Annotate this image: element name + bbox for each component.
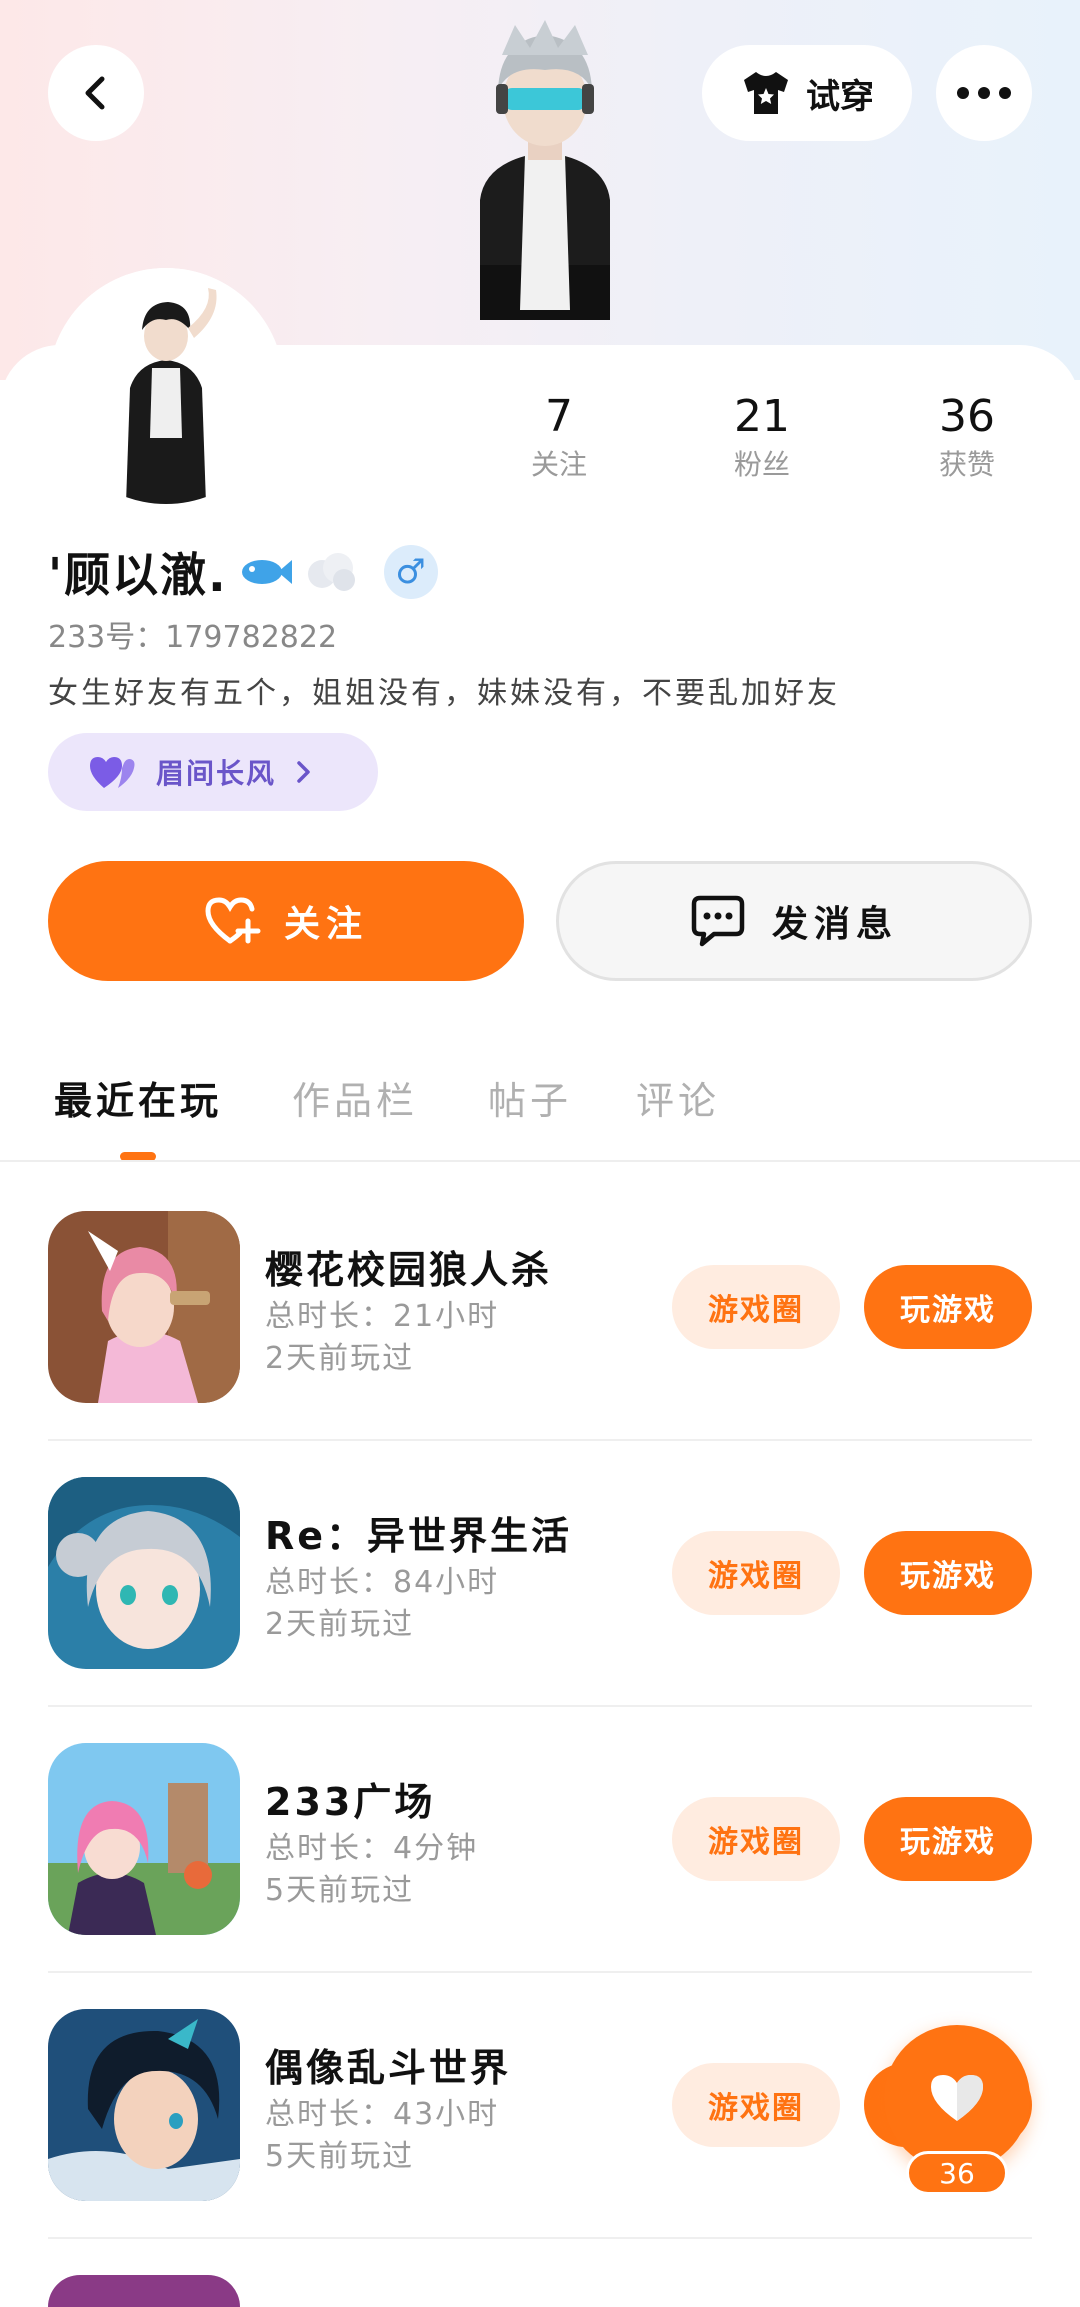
tab-posts[interactable]: 帖子: [488, 1070, 572, 1125]
game-art-image: [48, 1211, 240, 1403]
play-game-button[interactable]: 玩游戏: [864, 1797, 1032, 1881]
follow-button[interactable]: 关注: [48, 861, 524, 981]
fish-icon: [241, 560, 292, 584]
game-art-image: [48, 2009, 240, 2201]
game-last-played: 2天前玩过: [265, 1607, 415, 1642]
tshirt-icon: [744, 72, 788, 114]
floating-like-count: 36: [906, 2151, 1008, 2195]
cloud-puff-icon: [307, 553, 355, 591]
stat-likes[interactable]: 36 获赞: [887, 388, 1047, 484]
heart-pair-icon: [90, 757, 135, 788]
game-icon-partial[interactable]: [48, 2275, 240, 2307]
tab-comments[interactable]: 评论: [636, 1070, 720, 1125]
stat-following[interactable]: 7 关注: [479, 388, 639, 484]
tabs-divider: [0, 1160, 1080, 1162]
profile-tag[interactable]: 眉间长风: [48, 733, 378, 811]
game-icon-sakura[interactable]: [48, 1211, 240, 1403]
game-row[interactable]: Re：异世界生活 总时长：84小时 2天前玩过 游戏圈 玩游戏: [48, 1477, 1032, 1743]
gender-male-icon: ♂: [383, 545, 438, 599]
user-name: '顾以澈.: [48, 548, 228, 602]
game-duration: 总时长：4分钟: [265, 1831, 479, 1866]
name-row: '顾以澈. ♂: [48, 540, 438, 604]
avatar-character-image: [480, 20, 610, 320]
avatar-image: [48, 268, 284, 504]
game-circle-button[interactable]: 游戏圈: [672, 2063, 840, 2147]
tab-works[interactable]: 作品栏: [292, 1070, 418, 1125]
chevron-left-icon: [85, 76, 105, 110]
content-tabs: 最近在玩 作品栏 帖子 评论: [0, 1060, 1080, 1160]
game-row[interactable]: 233广场 总时长：4分钟 5天前玩过 游戏圈 玩游戏: [48, 1743, 1032, 2009]
try-on-button[interactable]: 试穿: [702, 45, 912, 141]
row-divider: [48, 1705, 1032, 1707]
back-button[interactable]: [48, 45, 144, 141]
stat-following-label: 关注: [530, 448, 587, 481]
game-circle-button[interactable]: 游戏圈: [672, 1265, 840, 1349]
game-row[interactable]: 樱花校园狼人杀 总时长：21小时 2天前玩过 游戏圈 玩游戏: [48, 1211, 1032, 1477]
game-last-played: 2天前玩过: [265, 1341, 415, 1376]
message-button[interactable]: 发消息: [556, 861, 1032, 981]
message-label: 发消息: [771, 904, 898, 945]
game-icon-re-zero[interactable]: [48, 1477, 240, 1669]
stat-fans-label: 粉丝: [733, 448, 790, 481]
avatar[interactable]: [48, 268, 284, 504]
row-divider: [48, 1439, 1032, 1441]
stat-fans[interactable]: 21 粉丝: [682, 388, 842, 484]
game-circle-button[interactable]: 游戏圈: [672, 1531, 840, 1615]
game-icon-idol-brawl[interactable]: [48, 2009, 240, 2201]
game-duration: 总时长：43小时: [265, 2097, 500, 2132]
play-game-button[interactable]: 玩游戏: [864, 1531, 1032, 1615]
try-on-label: 试穿: [806, 76, 874, 117]
stat-fans-value: 21: [734, 391, 790, 442]
tab-recently-played[interactable]: 最近在玩: [54, 1070, 222, 1125]
follow-label: 关注: [283, 904, 368, 945]
game-duration: 总时长：84小时: [265, 1565, 500, 1600]
game-title: 偶像乱斗世界: [265, 2046, 512, 2090]
row-divider: [48, 1971, 1032, 1973]
user-id: 233号：179782822: [48, 620, 338, 655]
game-circle-button[interactable]: 游戏圈: [672, 1797, 840, 1881]
stat-likes-value: 36: [939, 391, 995, 442]
game-title: Re：异世界生活: [265, 1514, 573, 1558]
chevron-right-icon: [297, 761, 310, 783]
game-art-image: [48, 1477, 240, 1669]
more-dots-icon: [957, 87, 1011, 99]
game-duration: 总时长：21小时: [265, 1299, 500, 1334]
heart-icon: [931, 2075, 983, 2121]
row-divider: [48, 2237, 1032, 2239]
profile-tag-label: 眉间长风: [156, 757, 277, 790]
more-button[interactable]: [936, 45, 1032, 141]
game-icon-233-square[interactable]: [48, 1743, 240, 1935]
game-last-played: 5天前玩过: [265, 2139, 415, 2174]
play-game-button[interactable]: 玩游戏: [864, 1265, 1032, 1349]
game-title: 233广场: [265, 1780, 436, 1824]
user-bio: 女生好友有五个，姐姐没有，妹妹没有，不要乱加好友: [48, 676, 840, 711]
floating-like-button[interactable]: [884, 2025, 1030, 2171]
game-title: 樱花校园狼人杀: [265, 1248, 553, 1292]
stat-likes-label: 获赞: [938, 448, 995, 481]
stat-following-value: 7: [545, 391, 573, 442]
game-art-image: [48, 1743, 240, 1935]
game-last-played: 5天前玩过: [265, 1873, 415, 1908]
chat-bubble-icon: [691, 895, 745, 947]
heart-plus-icon: [205, 897, 261, 944]
game-row[interactable]: 偶像乱斗世界 总时长：43小时 5天前玩过 游戏圈 玩游戏: [48, 2009, 1032, 2275]
